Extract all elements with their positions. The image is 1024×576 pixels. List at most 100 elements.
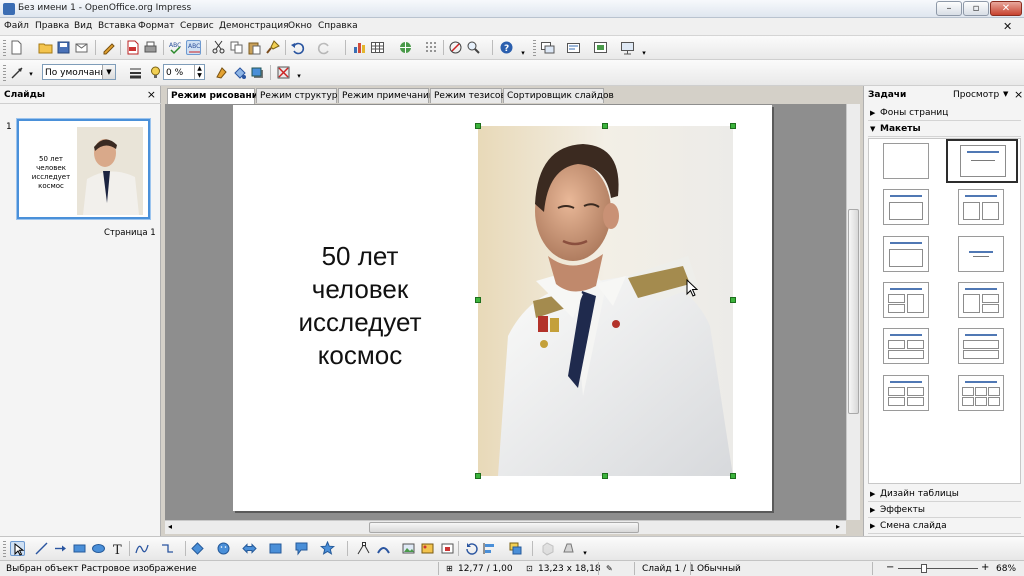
- toolbar-overflow-icon[interactable]: ▾: [581, 549, 589, 559]
- alignment-icon[interactable]: [482, 541, 497, 556]
- close-document-icon[interactable]: ✕: [1003, 20, 1012, 33]
- menu-window[interactable]: Окно: [288, 21, 312, 31]
- slide-layout-icon[interactable]: [540, 40, 555, 55]
- redo-icon[interactable]: [317, 40, 332, 55]
- maximize-button[interactable]: ▫: [963, 1, 989, 16]
- layout-title-2content-over[interactable]: [883, 328, 929, 364]
- horizontal-scroll-thumb[interactable]: [369, 522, 639, 533]
- print-icon[interactable]: [143, 40, 158, 55]
- rotate-icon[interactable]: [464, 541, 479, 556]
- spin-arrows-icon[interactable]: ▲ ▼: [194, 65, 204, 79]
- text-tool-icon[interactable]: T: [110, 541, 125, 556]
- resize-handle-bottom-right[interactable]: [730, 473, 736, 479]
- fontwork-gallery-icon[interactable]: [376, 541, 391, 556]
- block-arrows-icon[interactable]: [242, 541, 257, 556]
- tab-outline[interactable]: Режим структуры: [256, 88, 345, 103]
- fill-color-icon[interactable]: [232, 65, 247, 80]
- layout-title-6content[interactable]: [958, 375, 1004, 411]
- zoom-icon[interactable]: [466, 40, 481, 55]
- section-custom-animation[interactable]: ▶ Эффекты: [868, 503, 1021, 518]
- tab-notes[interactable]: Режим примечаний: [338, 88, 435, 103]
- copy-icon[interactable]: [229, 40, 244, 55]
- zoom-in-icon[interactable]: +: [981, 562, 989, 573]
- points-edit-icon[interactable]: [356, 541, 371, 556]
- section-table-design[interactable]: ▶ Дизайн таблицы: [868, 487, 1021, 502]
- menu-edit[interactable]: Правка: [35, 21, 69, 31]
- zoom-out-icon[interactable]: −: [886, 562, 894, 573]
- tab-handout[interactable]: Режим тезисов: [430, 88, 506, 103]
- insert-table-icon[interactable]: [370, 40, 385, 55]
- slide-title-textbox[interactable]: 50 лет человек исследует космос: [270, 240, 450, 372]
- toolbar-grip[interactable]: [3, 40, 6, 56]
- new-document-icon[interactable]: [9, 40, 24, 55]
- flowchart-icon[interactable]: [268, 541, 283, 556]
- layout-title-2content-content[interactable]: [883, 282, 929, 318]
- status-zoom[interactable]: 68%: [996, 564, 1016, 574]
- document-modified-icon[interactable]: ✎: [606, 564, 613, 573]
- layout-title-content-2content[interactable]: [958, 282, 1004, 318]
- chevron-down-icon[interactable]: ▼: [1003, 90, 1008, 98]
- insert-object-icon[interactable]: [440, 541, 455, 556]
- toggle-3d-icon[interactable]: [561, 541, 576, 556]
- resize-handle-top-right[interactable]: [730, 123, 736, 129]
- shadow-icon[interactable]: [250, 65, 265, 80]
- connector-tool-icon[interactable]: [160, 541, 175, 556]
- stars-icon[interactable]: [320, 541, 335, 556]
- export-pdf-icon[interactable]: [125, 40, 140, 55]
- minimize-button[interactable]: –: [936, 1, 962, 16]
- line-style-select[interactable]: По умолчани ▼: [42, 64, 116, 80]
- insert-chart-icon[interactable]: [352, 40, 367, 55]
- toolbar-overflow-icon[interactable]: ▾: [295, 72, 303, 82]
- toolbar-grip[interactable]: [533, 40, 536, 56]
- gallery-icon[interactable]: [420, 541, 435, 556]
- slide-design-icon[interactable]: [593, 40, 608, 55]
- line-tool-icon[interactable]: [34, 541, 49, 556]
- email-icon[interactable]: [74, 40, 89, 55]
- ellipse-tool-icon[interactable]: [91, 541, 106, 556]
- menu-view[interactable]: Вид: [74, 21, 92, 31]
- line-width-icon[interactable]: [128, 65, 143, 80]
- open-folder-icon[interactable]: [38, 40, 53, 55]
- zoom-slider-thumb[interactable]: [921, 564, 927, 573]
- layout-title-text[interactable]: [883, 189, 929, 225]
- section-slide-transition[interactable]: ▶ Смена слайда: [868, 519, 1021, 534]
- chevron-down-icon[interactable]: ▼: [102, 65, 115, 79]
- resize-handle-bottom-left[interactable]: [475, 473, 481, 479]
- close-icon[interactable]: ×: [147, 88, 156, 101]
- vertical-scrollbar[interactable]: [846, 104, 860, 520]
- menu-format[interactable]: Формат: [138, 21, 175, 31]
- layout-title-content[interactable]: [946, 139, 1018, 183]
- edit-file-icon[interactable]: [101, 40, 116, 55]
- arrange-icon[interactable]: [508, 541, 523, 556]
- menu-slideshow[interactable]: Демонстрация: [219, 21, 289, 31]
- slideshow-icon[interactable]: [620, 40, 635, 55]
- paste-icon[interactable]: [247, 40, 262, 55]
- transparency-icon[interactable]: [148, 65, 163, 80]
- crop-image-icon[interactable]: [276, 65, 291, 80]
- tasks-view-menu[interactable]: Просмотр: [953, 90, 999, 100]
- layout-blank[interactable]: [883, 143, 929, 179]
- rectangle-tool-icon[interactable]: [72, 541, 87, 556]
- vertical-scroll-thumb[interactable]: [848, 209, 859, 414]
- new-slide-icon[interactable]: [566, 40, 581, 55]
- section-layouts[interactable]: ▼ Макеты: [868, 122, 1021, 137]
- tab-slide-sorter[interactable]: Сортировщик слайдов: [503, 88, 614, 103]
- selected-bitmap-image[interactable]: [478, 126, 733, 476]
- curve-tool-icon[interactable]: [134, 541, 149, 556]
- horizontal-scrollbar[interactable]: ◂ ▸: [165, 520, 846, 534]
- layout-title-4content[interactable]: [883, 375, 929, 411]
- callouts-icon[interactable]: [294, 541, 309, 556]
- resize-handle-left[interactable]: [475, 297, 481, 303]
- grid-dots-icon[interactable]: [424, 40, 439, 55]
- scroll-right-icon[interactable]: ▸: [836, 522, 840, 531]
- area-style-icon[interactable]: [214, 65, 229, 80]
- resize-handle-top-left[interactable]: [475, 123, 481, 129]
- cut-icon[interactable]: [211, 40, 226, 55]
- section-master-pages[interactable]: ▶ Фоны страниц: [868, 106, 1021, 121]
- toolbar-grip[interactable]: [3, 65, 6, 81]
- line-arrow-style-icon[interactable]: [10, 65, 25, 80]
- symbol-shapes-icon[interactable]: [216, 541, 231, 556]
- menu-insert[interactable]: Вставка: [98, 21, 136, 31]
- extrusion-toggle-icon[interactable]: [540, 541, 555, 556]
- toolbar-grip[interactable]: [3, 541, 6, 557]
